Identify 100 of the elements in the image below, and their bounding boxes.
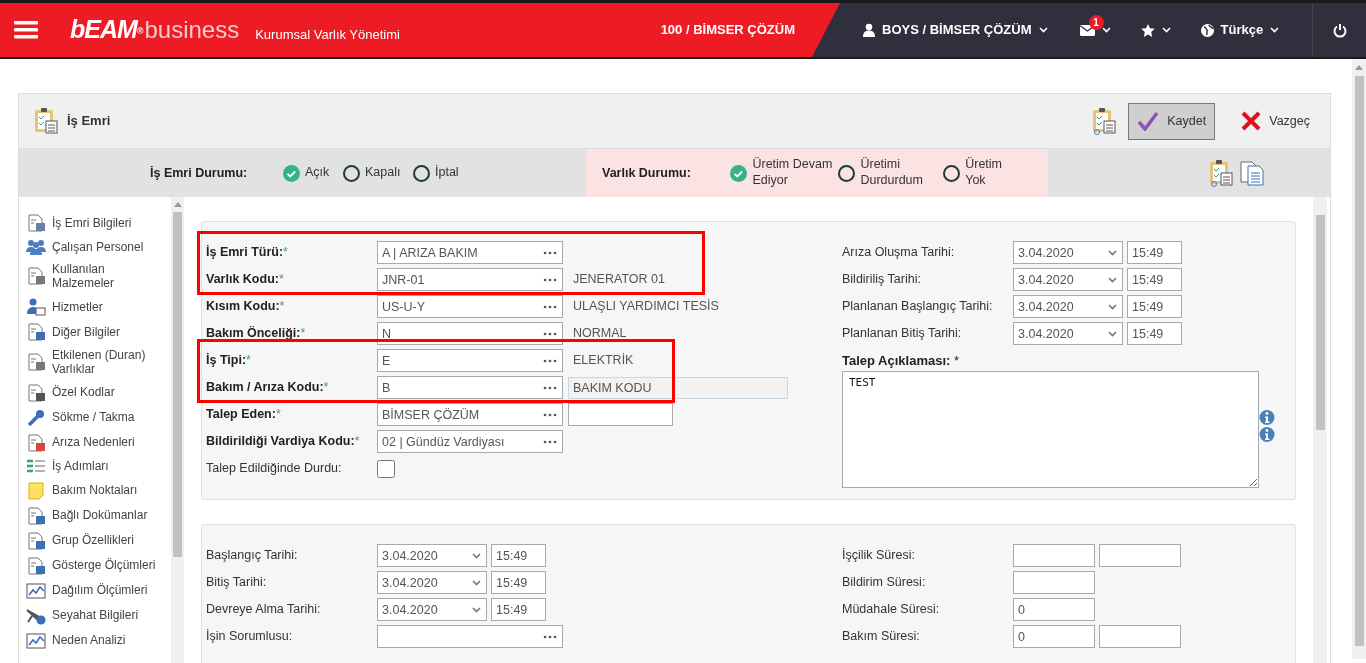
input-field[interactable] <box>1013 571 1095 594</box>
lookup-field[interactable]: 02 | Gündüz Vardiyası <box>377 430 563 453</box>
sidebar-item[interactable]: Dağılım Ölçümleri <box>26 581 166 600</box>
close-icon <box>1241 111 1262 131</box>
input-field[interactable]: 0 <box>1013 625 1095 648</box>
logo-text: business <box>144 15 240 45</box>
scrollbar[interactable] <box>1352 59 1366 659</box>
input-field[interactable]: 0 <box>1013 598 1095 621</box>
more-icon[interactable] <box>543 250 557 255</box>
time-field[interactable]: 15:49 <box>1127 295 1182 318</box>
sidebar-item[interactable]: Bakım Noktaları <box>26 481 166 500</box>
field-description: ULAŞLI YARDIMCI TESİS <box>573 298 719 316</box>
save-button[interactable]: Kaydet <box>1128 102 1216 140</box>
sidebar-item[interactable]: Sökme / Takma <box>26 408 166 427</box>
radio-option[interactable]: Kapalı <box>343 164 413 182</box>
sidebar-item[interactable]: Arıza Nedenleri <box>26 433 166 452</box>
more-icon[interactable] <box>543 304 557 309</box>
sidebar-item[interactable]: Hizmetler <box>26 297 166 316</box>
date-dropdown[interactable]: 3.04.2020 <box>1013 241 1123 264</box>
radio-option[interactable]: Üretim Devam Ediyor <box>730 157 839 189</box>
date-dropdown[interactable]: 3.04.2020 <box>377 544 487 567</box>
field-label: Talep Edildiğinde Durdu: <box>206 460 343 478</box>
sidebar-item[interactable]: Seyahat Bilgileri <box>26 606 166 625</box>
checkbox[interactable] <box>377 459 395 478</box>
notification-count: 1 <box>1088 14 1104 30</box>
input-field[interactable] <box>1099 625 1181 648</box>
radio-option[interactable]: Açık <box>283 164 343 182</box>
lookup-field[interactable]: A | ARIZA BAKIM <box>377 241 563 264</box>
lookup-field[interactable] <box>377 625 563 648</box>
documents-icon[interactable] <box>1239 160 1265 186</box>
scrollbar[interactable] <box>171 197 184 663</box>
caret-icon <box>1108 303 1117 310</box>
description-field[interactable]: BAKIM KODU <box>568 376 788 399</box>
radio-option[interactable]: Üretim Yok <box>943 157 1048 189</box>
more-icon[interactable] <box>543 439 557 444</box>
time-field[interactable]: 15:49 <box>491 571 546 594</box>
lookup-field[interactable]: B <box>377 376 563 399</box>
textarea-field[interactable]: TEST <box>842 370 1259 488</box>
circle-icon <box>943 164 961 182</box>
cancel-button[interactable]: Vazgeç <box>1235 110 1316 132</box>
caret-icon <box>1161 27 1171 33</box>
favorites-menu[interactable] <box>1140 23 1171 37</box>
field-label: Başlangıç Tarihi: <box>206 547 299 565</box>
more-icon[interactable] <box>543 358 557 363</box>
sidebar-item[interactable]: Çalışan Personel <box>26 239 166 255</box>
date-dropdown[interactable]: 3.04.2020 <box>1013 268 1123 291</box>
circle-icon <box>838 164 856 182</box>
more-icon[interactable] <box>543 634 557 639</box>
field-label: Devreye Alma Tarihi: <box>206 601 322 619</box>
caret-icon <box>472 606 481 613</box>
input-field[interactable] <box>1099 544 1181 567</box>
sidebar-item[interactable]: İş Adımları <box>26 458 166 475</box>
scroll-up-icon[interactable] <box>1355 65 1363 70</box>
date-dropdown[interactable]: 3.04.2020 <box>1013 295 1123 318</box>
sidebar-item[interactable]: İş Emri Bilgileri <box>26 214 166 232</box>
sidebar-item[interactable]: Etkilenen (Duran) Varlıklar <box>26 347 166 377</box>
radio-option[interactable]: İptal <box>413 164 483 182</box>
field-label: Talep Eden:* <box>206 406 282 424</box>
lookup-field[interactable]: E <box>377 349 563 372</box>
user-menu[interactable]: BOYS / BİMSER ÇÖZÜM <box>863 20 1048 40</box>
lookup-field[interactable]: BİMSER ÇÖZÜM <box>377 403 563 426</box>
radio-option[interactable]: Üretimi Durdurdum <box>838 157 944 189</box>
scroll-up-icon[interactable] <box>173 202 182 207</box>
time-field[interactable]: 15:49 <box>491 544 546 567</box>
time-field[interactable]: 15:49 <box>1127 241 1182 264</box>
sidebar-item[interactable]: Bağlı Dokümanlar <box>26 506 166 525</box>
check-icon <box>1137 111 1160 131</box>
field-label: İş Emri Türü:* <box>206 244 289 262</box>
more-icon[interactable] <box>543 277 557 282</box>
scrollbar[interactable] <box>1313 197 1327 663</box>
sidebar-item[interactable]: Neden Analizi <box>26 631 166 650</box>
language-menu[interactable]: Türkçe <box>1200 20 1280 40</box>
clipboard-icon[interactable] <box>1208 159 1234 187</box>
clipboard-icon[interactable] <box>1091 107 1118 135</box>
time-field[interactable]: 15:49 <box>1127 322 1182 345</box>
sidebar-item[interactable]: Diğer Bilgiler <box>26 322 166 341</box>
sidebar-item[interactable]: Grup Özellikleri <box>26 531 166 550</box>
date-dropdown[interactable]: 3.04.2020 <box>1013 322 1123 345</box>
sidebar-item[interactable]: Gösterge Ölçümleri <box>26 556 166 575</box>
field-label: Planlanan Bitiş Tarihi: <box>842 325 963 343</box>
power-icon[interactable] <box>1332 22 1347 38</box>
menu-icon[interactable] <box>14 21 38 39</box>
input-field[interactable] <box>1013 544 1095 567</box>
time-field[interactable]: 15:49 <box>1127 268 1182 291</box>
person-icon <box>26 297 46 316</box>
more-icon[interactable] <box>543 412 557 417</box>
lookup-field[interactable]: JNR-01 <box>377 268 563 291</box>
lookup-field[interactable]: US-U-Y <box>377 295 563 318</box>
date-dropdown[interactable]: 3.04.2020 <box>377 571 487 594</box>
field-label: Bildiriliş Tarihi: <box>842 271 922 289</box>
sidebar-item[interactable]: Kullanılan Malzemeler <box>26 262 166 291</box>
sidebar-item[interactable]: Özel Kodlar <box>26 383 166 402</box>
more-icon[interactable] <box>543 331 557 336</box>
form-title: İş Emri <box>67 112 111 131</box>
lookup-field[interactable]: N <box>377 322 563 345</box>
more-icon[interactable] <box>543 385 557 390</box>
check-circle-icon <box>730 164 748 182</box>
time-field[interactable]: 15:49 <box>491 598 546 621</box>
date-dropdown[interactable]: 3.04.2020 <box>377 598 487 621</box>
input-field[interactable] <box>568 403 673 426</box>
